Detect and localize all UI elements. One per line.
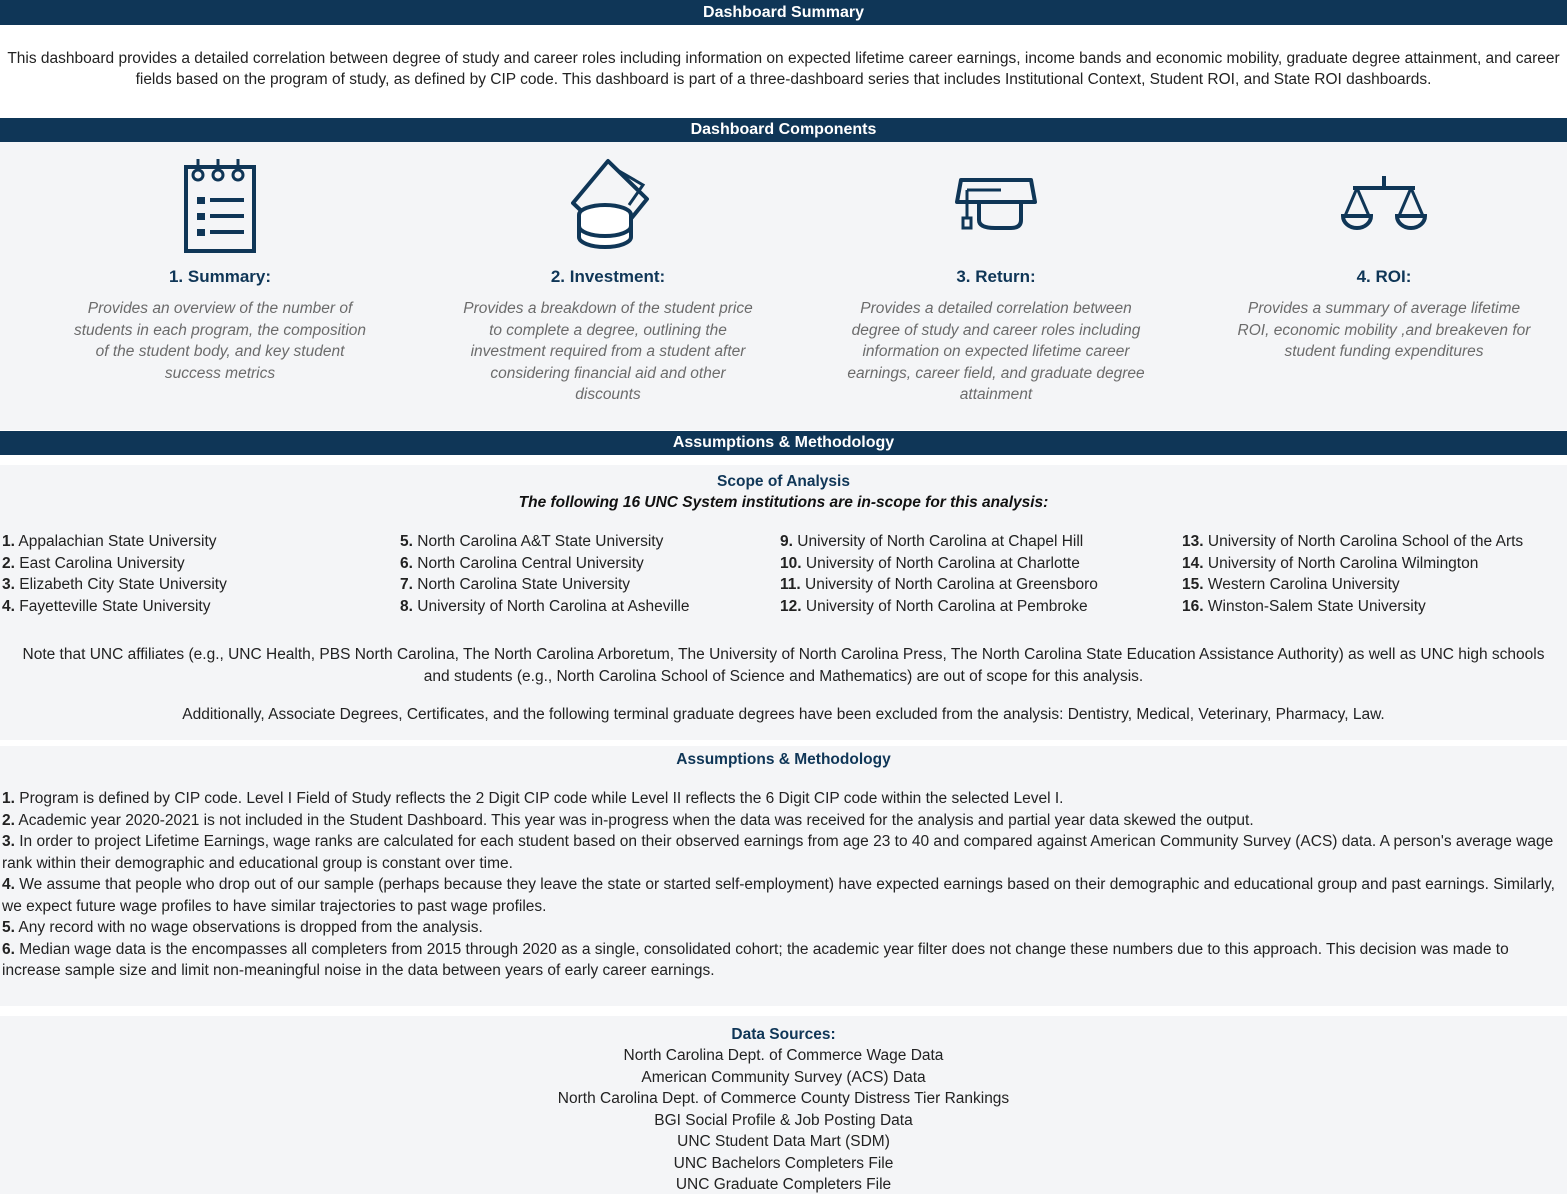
graduation-cap-icon: [826, 150, 1166, 260]
list-item: 2. East Carolina University: [2, 554, 185, 572]
summary-header-band: Dashboard Summary: [0, 0, 1567, 25]
list-item: American Community Survey (ACS) Data: [641, 1068, 926, 1086]
institution-column-2: 5. North Carolina A&T State University 6…: [400, 531, 689, 617]
list-item: 16. Winston-Salem State University: [1182, 597, 1426, 615]
list-item: UNC Graduate Completers File: [675, 1176, 892, 1193]
list-item: 15. Western Carolina University: [1182, 576, 1400, 593]
scope-note: Note that UNC affiliates (e.g., UNC Heal…: [22, 646, 1545, 685]
component-return: 3. Return: Provides a detailed correlati…: [826, 150, 1166, 406]
list-item: 14. University of North Carolina Wilming…: [1182, 554, 1479, 572]
component-investment: 2. Investment: Provides a breakdown of t…: [438, 150, 778, 406]
exclusion-note: Additionally, Associate Degrees, Certifi…: [182, 706, 1385, 723]
assumptions-list: 1. Program is defined by CIP code. Level…: [2, 788, 1562, 982]
component-roi: 4. ROI: Provides a summary of average li…: [1214, 150, 1554, 363]
list-item: 12. University of North Carolina at Pemb…: [780, 597, 1088, 615]
list-item: 4. We assume that people who drop out of…: [2, 876, 1555, 915]
list-item: 11. University of North Carolina at Gree…: [780, 576, 1098, 593]
list-item: UNC Student Data Mart (SDM): [677, 1133, 890, 1150]
component-desc: Provides a detailed correlation between …: [847, 300, 1145, 403]
component-title: 3. Return:: [956, 267, 1036, 286]
list-item: 9. University of North Carolina at Chape…: [780, 533, 1084, 550]
list-item: UNC Bachelors Completers File: [673, 1154, 894, 1172]
list-item: 4. Fayetteville State University: [2, 597, 211, 615]
data-sources-title: Data Sources:: [731, 1026, 836, 1043]
checklist-icon: [50, 150, 390, 260]
list-item: 13. University of North Carolina School …: [1182, 533, 1524, 550]
component-desc: Provides a summary of average lifetime R…: [1237, 300, 1531, 360]
component-summary: 1. Summary: Provides an overview of the …: [50, 150, 390, 384]
institution-column-1: 1. Appalachian State University 2. East …: [2, 531, 227, 617]
component-title: 4. ROI:: [1356, 267, 1412, 286]
list-item: 3. Elizabeth City State University: [2, 576, 227, 593]
list-item: 10. University of North Carolina at Char…: [780, 554, 1080, 572]
components-header-band: Dashboard Components: [0, 118, 1567, 142]
components-header: Dashboard Components: [690, 121, 877, 138]
coins-cash-icon: [438, 150, 778, 260]
scales-icon: [1214, 150, 1554, 260]
list-item: North Carolina Dept. of Commerce Wage Da…: [623, 1047, 944, 1064]
summary-text: This dashboard provides a detailed corre…: [7, 50, 1560, 88]
list-item: 2. Academic year 2020-2021 is not includ…: [2, 811, 1254, 829]
list-item: BGI Social Profile & Job Posting Data: [654, 1111, 913, 1129]
scope-title: Scope of Analysis: [717, 473, 850, 490]
list-item: 7. North Carolina State University: [400, 576, 631, 593]
list-item: 1. Program is defined by CIP code. Level…: [2, 790, 1064, 807]
component-desc: Provides an overview of the number of st…: [73, 300, 367, 382]
methodology-header-band: Assumptions & Methodology: [0, 431, 1567, 455]
list-item: 8. University of North Carolina at Ashev…: [400, 597, 690, 615]
summary-header: Dashboard Summary: [703, 4, 864, 21]
component-desc: Provides a breakdown of the student pric…: [463, 300, 753, 403]
list-item: 6. Median wage data is the encompasses a…: [2, 940, 1509, 980]
institution-column-3: 9. University of North Carolina at Chape…: [780, 531, 1098, 617]
data-sources-list: North Carolina Dept. of Commerce Wage Da…: [0, 1045, 1567, 1196]
institution-column-4: 13. University of North Carolina School …: [1182, 531, 1523, 617]
list-item: North Carolina Dept. of Commerce County …: [557, 1090, 1010, 1107]
methodology-header: Assumptions & Methodology: [672, 434, 895, 451]
list-item: 1. Appalachian State University: [2, 533, 217, 550]
list-item: 3. In order to project Lifetime Earnings…: [2, 833, 1554, 872]
component-title: 1. Summary:: [168, 267, 272, 286]
assumptions-title: Assumptions & Methodology: [676, 751, 891, 768]
list-item: 5. Any record with no wage observations …: [2, 919, 483, 936]
list-item: 6. North Carolina Central University: [400, 554, 644, 572]
component-title: 2. Investment:: [550, 267, 666, 286]
list-item: 5. North Carolina A&T State University: [400, 533, 664, 550]
scope-subtitle: The following 16 UNC System institutions…: [518, 494, 1049, 511]
